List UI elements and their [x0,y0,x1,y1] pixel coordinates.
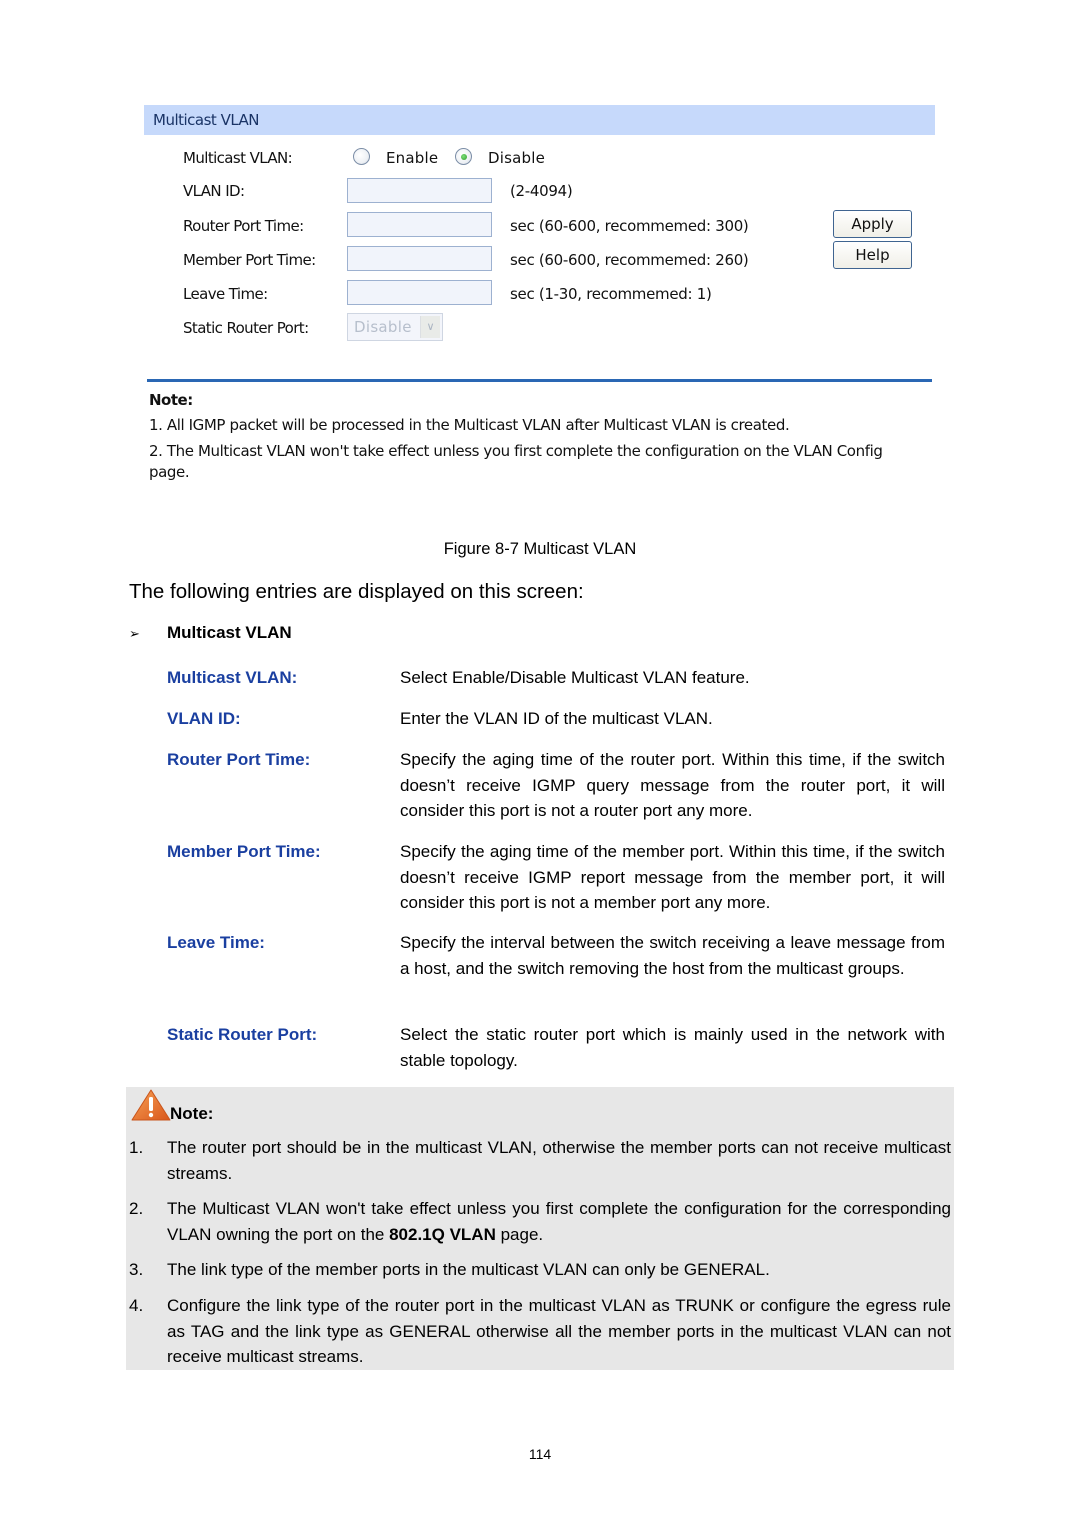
page-number: 114 [528,1446,552,1462]
vlan-page-reference: 802.1Q VLAN [389,1224,496,1244]
router-port-time-hint: sec (60-600, recommemed: 300) [510,217,749,235]
leave-time-label: Leave Time: [183,285,268,303]
note-item-text-part: The Multicast VLAN won't take effect unl… [167,1199,951,1244]
member-port-time-hint: sec (60-600, recommemed: 260) [510,251,749,269]
chevron-down-icon: ∨ [420,316,440,338]
entry-term: Multicast VLAN: [167,668,298,687]
router-port-time-label: Router Port Time: [183,217,304,235]
figure-note-line: 2. The Multicast VLAN won't take effect … [149,442,883,481]
note-title: Note: [170,1104,214,1123]
note-item-number: 3. [129,1260,144,1279]
static-router-port-select[interactable]: Disable ∨ [347,313,443,341]
note-item-text-part: page. [495,1224,544,1244]
arrow-bullet-icon: ➢ [129,626,140,641]
member-port-time-label: Member Port Time: [183,251,316,269]
note-item-text: The Multicast VLAN won't take effect unl… [167,1196,951,1247]
multicast-vlan-screenshot: Multicast VLAN Multicast VLAN: Enable Di… [144,105,935,525]
entry-term: Member Port Time: [167,842,321,861]
entry-description: Specify the interval between the switch … [400,933,945,978]
note-item-text: The link type of the member ports in the… [167,1260,770,1279]
intro-text: The following entries are displayed on t… [129,580,584,603]
section-title: Multicast VLAN [167,623,292,642]
entry-description: Select Enable/Disable Multicast VLAN fea… [400,668,750,687]
help-button[interactable]: Help [833,241,912,269]
entry-term: Static Router Port: [167,1025,318,1044]
leave-time-hint: sec (1-30, recommemed: 1) [510,285,712,303]
enable-radio-label[interactable]: Enable [386,149,438,167]
entry-term: Leave Time: [167,933,265,952]
apply-button[interactable]: Apply [833,210,912,238]
figure-caption: Figure 8-7 Multicast VLAN [443,540,637,558]
member-port-time-input[interactable] [347,246,492,271]
static-router-port-label: Static Router Port: [183,319,309,337]
static-router-port-value: Disable [354,318,412,336]
figure-note-title: Note: [149,391,193,409]
warning-icon [131,1089,171,1121]
disable-radio[interactable] [455,148,472,165]
entry-description: Select the static router port which is m… [400,1025,945,1070]
panel-title: Multicast VLAN [144,105,935,135]
figure-note-line: 1. All IGMP packet will be processed in … [149,416,790,434]
note-item-number: 1. [129,1138,144,1157]
note-item-number: 4. [129,1296,144,1315]
vlan-id-label: VLAN ID: [183,182,245,200]
note-item-number: 2. [129,1199,144,1218]
disable-radio-label[interactable]: Disable [488,149,545,167]
entry-term: Router Port Time: [167,750,311,769]
vlan-id-hint: (2-4094) [510,182,573,200]
vlan-id-input[interactable] [347,178,492,203]
entry-description: Enter the VLAN ID of the multicast VLAN. [400,709,713,728]
leave-time-input[interactable] [347,280,492,305]
entry-description: Specify the aging time of the member por… [400,842,945,912]
multicast-vlan-label: Multicast VLAN: [183,149,293,167]
note-divider [147,379,932,382]
note-item-text: Configure the link type of the router po… [167,1296,951,1366]
enable-radio[interactable] [353,148,370,165]
entry-description: Specify the aging time of the router por… [400,750,945,820]
router-port-time-input[interactable] [347,212,492,237]
section-heading: ➢ Multicast VLAN [129,623,292,643]
entry-term: VLAN ID: [167,709,241,728]
note-item-text: The router port should be in the multica… [167,1138,951,1183]
